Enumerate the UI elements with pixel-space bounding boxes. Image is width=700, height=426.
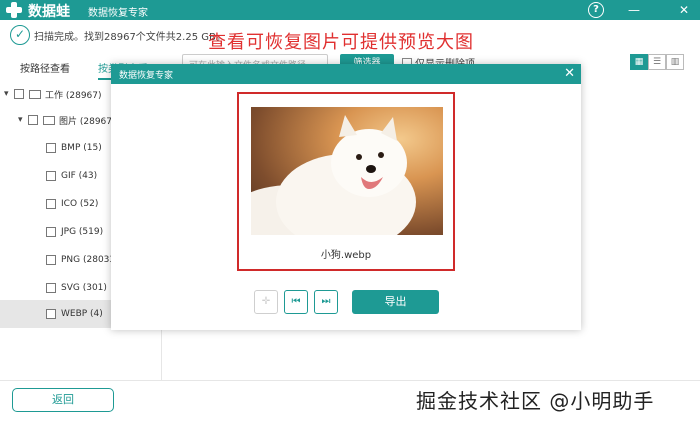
tree-checkbox[interactable]: [14, 89, 24, 99]
chevron-down-icon[interactable]: ▾: [18, 115, 28, 125]
tree-item-label: ICO (52): [61, 199, 99, 209]
tree-item-label: JPG (519): [61, 227, 104, 237]
previous-icon[interactable]: ⏮: [284, 290, 308, 314]
grid-view-icon[interactable]: ▦: [630, 54, 648, 70]
preview-file-name: 小狗.webp: [320, 250, 372, 261]
tree-item-label: 图片 (28967): [59, 116, 116, 127]
tree-checkbox[interactable]: [46, 255, 56, 265]
zoom-icon[interactable]: ✛: [254, 290, 278, 314]
minimize-icon[interactable]: —: [626, 2, 642, 18]
chevron-down-icon[interactable]: ▾: [4, 89, 14, 99]
annotation-text: 查看可恢复图片可提供预览大图: [208, 32, 474, 53]
export-button[interactable]: 导出: [352, 290, 439, 314]
tree-checkbox[interactable]: [46, 171, 56, 181]
close-icon[interactable]: ✕: [676, 2, 692, 18]
preview-frame: 小狗.webp: [237, 92, 455, 271]
next-icon[interactable]: ⏭: [314, 290, 338, 314]
dog-photo: [251, 107, 443, 235]
help-icon[interactable]: ?: [588, 2, 604, 18]
preview-dialog: 数据恢复专家 ✕ 小狗.webp ✛ ⏮ ⏭ 导出: [111, 64, 581, 330]
app-name: 数据蛙: [28, 4, 70, 20]
tree-item-label: BMP (15): [61, 143, 102, 153]
tree-checkbox[interactable]: [28, 115, 38, 125]
dog-image: [251, 115, 416, 235]
tree-item-label: GIF (43): [61, 171, 98, 181]
back-button[interactable]: 返回: [12, 388, 114, 412]
detail-view-icon[interactable]: ▥: [666, 54, 684, 70]
watermark: 掘金技术社区 @小明助手: [416, 389, 655, 413]
list-view-icon[interactable]: ☰: [648, 54, 666, 70]
drive-icon: [29, 89, 41, 99]
scan-status-text: 扫描完成。找到28967个文件共2.25 GB。: [34, 32, 226, 43]
tree-checkbox[interactable]: [46, 283, 56, 293]
title-bar: 数据蛙 数据恢复专家 ? — ✕: [0, 0, 700, 20]
view-mode-group: ▦ ☰ ▥: [630, 54, 684, 70]
dialog-title: 数据恢复专家: [119, 71, 174, 81]
tab-view-by-path[interactable]: 按路径查看: [20, 60, 70, 75]
tree-item-label: 工作 (28967): [45, 90, 102, 101]
tree-item-label: PNG (28033): [61, 255, 119, 265]
app-logo-icon: [6, 2, 22, 18]
tree-item-label: WEBP (4): [61, 309, 103, 319]
tree-checkbox[interactable]: [46, 309, 56, 319]
tree-checkbox[interactable]: [46, 227, 56, 237]
app-subtitle: 数据恢复专家: [88, 8, 148, 19]
dialog-header: 数据恢复专家 ✕: [111, 64, 581, 84]
tree-checkbox[interactable]: [46, 143, 56, 153]
image-icon: [43, 115, 55, 125]
check-icon: ✓: [10, 25, 30, 45]
close-icon[interactable]: ✕: [564, 66, 575, 81]
tree-checkbox[interactable]: [46, 199, 56, 209]
tree-item-label: SVG (301): [61, 283, 107, 293]
footer-divider: [0, 380, 700, 381]
